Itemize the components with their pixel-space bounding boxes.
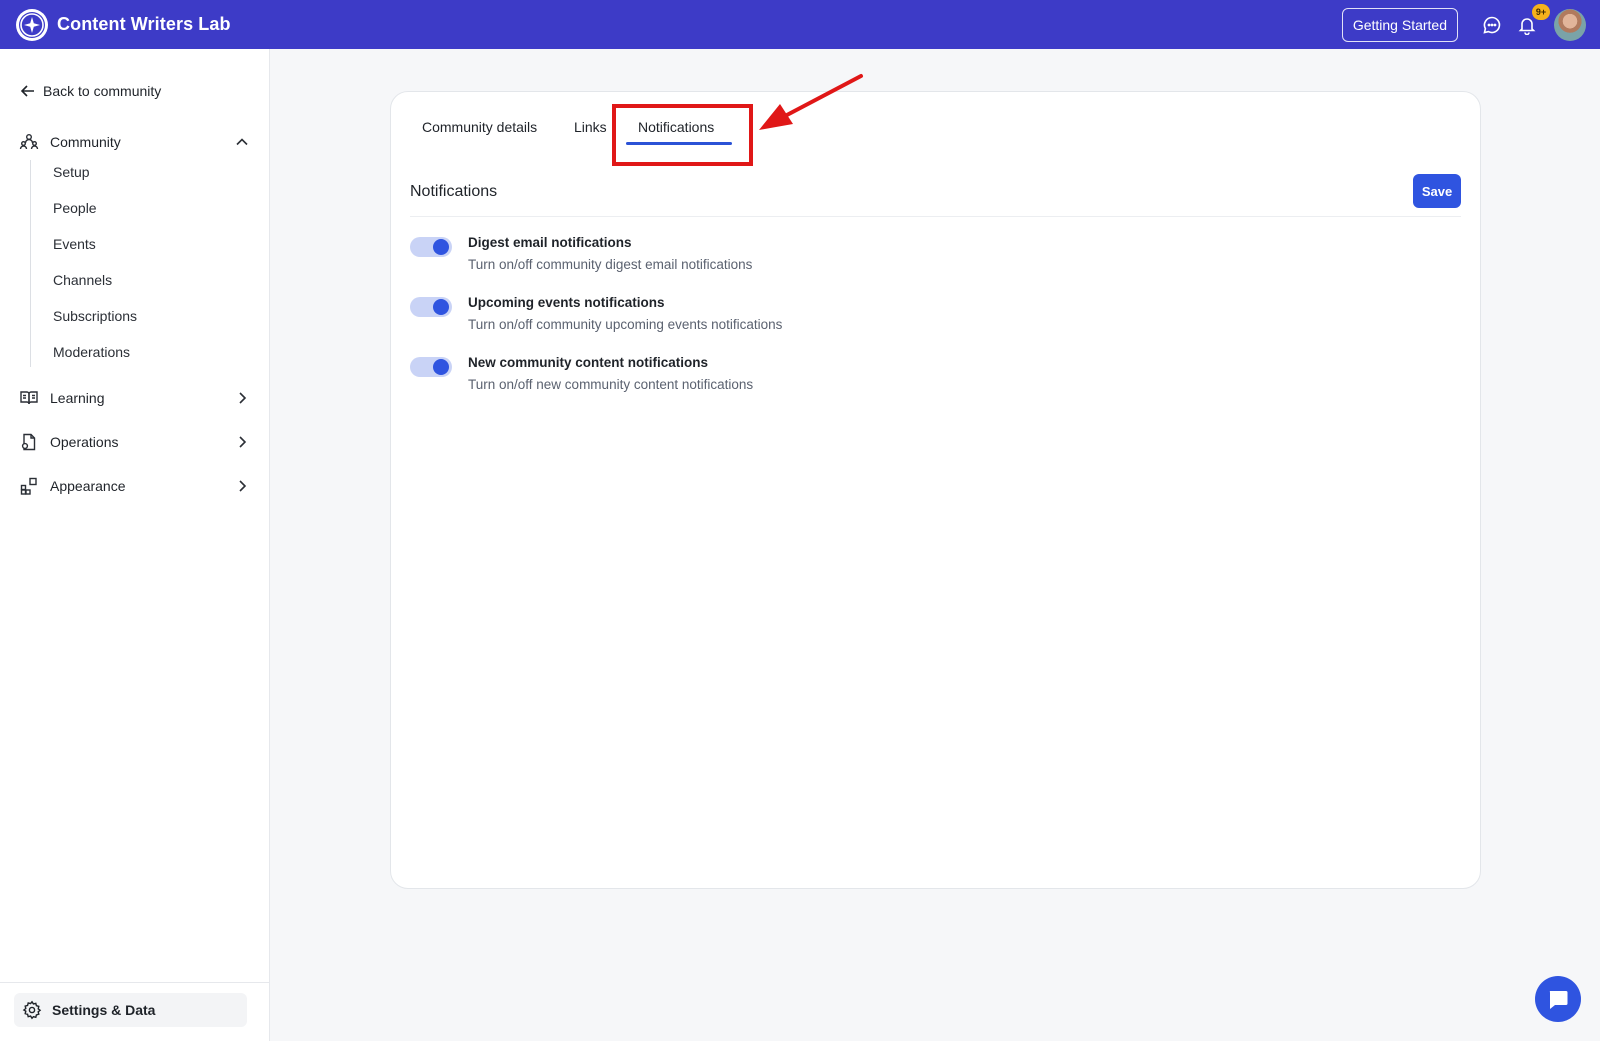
chevron-right-icon	[239, 392, 247, 404]
brand[interactable]: Content Writers Lab	[16, 8, 231, 41]
support-chat-button[interactable]	[1535, 976, 1581, 1022]
annotation-highlight-box	[612, 104, 753, 166]
notification-description: Turn on/off community digest email notif…	[468, 257, 753, 272]
document-icon	[18, 431, 40, 453]
tab-community-details[interactable]: Community details	[422, 119, 537, 135]
back-link-label: Back to community	[43, 83, 162, 99]
annotation-arrow-icon	[759, 74, 863, 130]
sidebar-section-learning[interactable]: Learning	[18, 386, 250, 410]
sidebar-section-label: Community	[50, 134, 121, 150]
community-icon	[18, 131, 40, 153]
notification-row-new-content: New community content notifications Turn…	[410, 355, 1110, 401]
sidebar-item-subscriptions[interactable]: Subscriptions	[53, 308, 137, 324]
sidebar-section-appearance[interactable]: Appearance	[18, 474, 250, 498]
section-title: Notifications	[410, 183, 498, 200]
sidebar-item-moderations[interactable]: Moderations	[53, 344, 130, 360]
toggle-knob	[433, 359, 449, 375]
sidebar-section-label: Learning	[50, 390, 105, 406]
community-subnav: Setup People Events Channels Subscriptio…	[30, 160, 230, 367]
toggle-knob	[433, 299, 449, 315]
chevron-right-icon	[239, 436, 247, 448]
settings-label: Settings & Data	[52, 1002, 156, 1018]
top-bar: Content Writers Lab Getting Started 9+	[0, 0, 1600, 49]
toggle-knob	[433, 239, 449, 255]
sidebar: Back to community Community Setup People…	[0, 49, 270, 1041]
notification-title: New community content notifications	[468, 355, 709, 370]
sidebar-item-channels[interactable]: Channels	[53, 272, 112, 288]
new-content-toggle[interactable]	[410, 357, 452, 377]
avatar[interactable]	[1554, 8, 1586, 41]
book-icon	[18, 387, 40, 409]
notification-title: Upcoming events notifications	[468, 295, 665, 310]
settings-card: Community details Links Notifications No…	[390, 91, 1481, 889]
getting-started-button[interactable]: Getting Started	[1341, 7, 1458, 42]
settings-and-data-button[interactable]: Settings & Data	[14, 993, 247, 1027]
sidebar-section-community[interactable]: Community	[18, 130, 250, 154]
sidebar-item-people[interactable]: People	[53, 200, 97, 216]
sidebar-section-label: Appearance	[50, 478, 126, 494]
tab-links[interactable]: Links	[574, 119, 607, 135]
notification-row-upcoming-events: Upcoming events notifications Turn on/of…	[410, 295, 1110, 341]
upcoming-events-toggle[interactable]	[410, 297, 452, 317]
app-name: Content Writers Lab	[57, 14, 231, 34]
notification-description: Turn on/off new community content notifi…	[468, 377, 754, 392]
sidebar-section-label: Operations	[50, 434, 119, 450]
sidebar-item-events[interactable]: Events	[53, 236, 96, 252]
chat-bubble-icon[interactable]	[1480, 13, 1504, 37]
bell-icon[interactable]: 9+	[1515, 3, 1550, 37]
save-button[interactable]: Save	[1413, 174, 1461, 208]
chevron-up-icon	[236, 138, 248, 146]
chevron-right-icon	[239, 480, 247, 492]
notification-badge: 9+	[1532, 3, 1550, 20]
notification-row-digest: Digest email notifications Turn on/off c…	[410, 235, 1110, 281]
sidebar-section-operations[interactable]: Operations	[18, 430, 250, 454]
digest-email-toggle[interactable]	[410, 237, 452, 257]
grid-icon	[18, 475, 40, 497]
arrow-left-icon	[20, 85, 34, 97]
sidebar-divider	[0, 982, 270, 983]
notification-title: Digest email notifications	[468, 235, 632, 250]
chat-icon	[1549, 991, 1568, 1009]
divider	[410, 216, 1461, 217]
sparkle-icon	[16, 8, 48, 41]
sidebar-item-setup[interactable]: Setup	[53, 164, 90, 180]
notification-description: Turn on/off community upcoming events no…	[468, 317, 783, 332]
gear-icon	[22, 1000, 42, 1020]
back-to-community-link[interactable]: Back to community	[20, 83, 161, 99]
